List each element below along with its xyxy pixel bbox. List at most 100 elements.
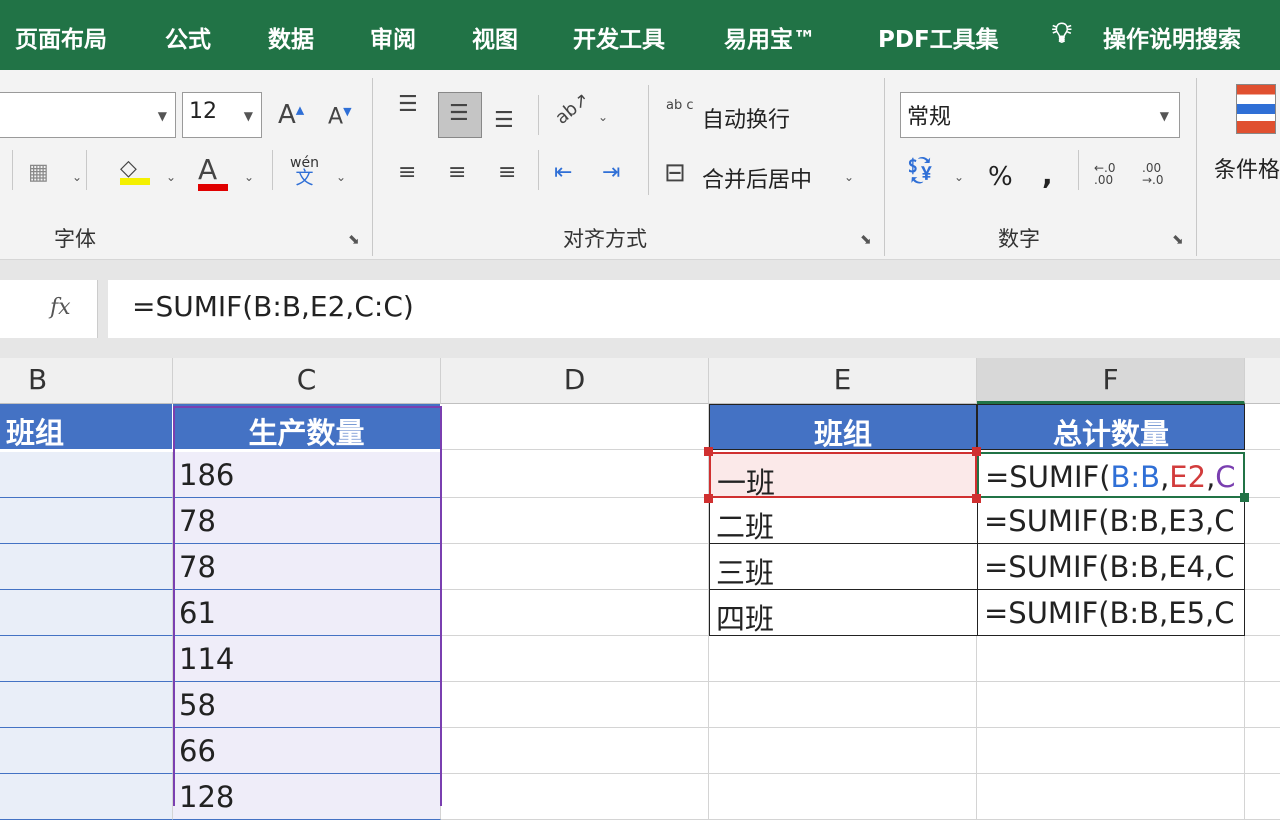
tab-formulas[interactable]: 公式 (165, 20, 211, 54)
increase-decimal-icon[interactable]: ←.0 .00 (1094, 162, 1128, 186)
cell-f-header[interactable]: 总计数量 (977, 404, 1245, 450)
font-dialog-launcher-icon[interactable]: ⬊ (348, 232, 360, 248)
column-header-b[interactable]: B (0, 358, 173, 404)
grid-gap (0, 338, 1280, 358)
cell-e[interactable] (709, 774, 977, 820)
cell-g[interactable] (1245, 774, 1280, 820)
cell-b[interactable] (0, 774, 173, 820)
column-header-g[interactable] (1245, 358, 1280, 404)
number-format-dropdown[interactable]: 常规 ▼ (900, 92, 1180, 138)
cell-g[interactable] (1245, 682, 1280, 728)
borders-icon[interactable]: ▦ (28, 162, 49, 184)
accounting-format-icon[interactable]: 💱︎ (904, 158, 937, 184)
cell-d[interactable] (441, 682, 709, 728)
column-header-f[interactable]: F (977, 358, 1245, 404)
cell-e-group[interactable]: 一班 (709, 452, 977, 498)
cell-d[interactable] (441, 590, 709, 636)
cell-g[interactable] (1245, 404, 1280, 450)
fill-handle[interactable] (1240, 493, 1249, 502)
cell-f-formula[interactable]: =SUMIF(B:B,E4,C (977, 544, 1245, 590)
cell-g[interactable] (1245, 498, 1280, 544)
formula-part: , (1160, 460, 1170, 494)
cell-e[interactable] (709, 636, 977, 682)
cell-b[interactable] (0, 682, 173, 728)
cell-g[interactable] (1245, 544, 1280, 590)
cell-f-formula[interactable]: =SUMIF(B:B,E5,C (977, 590, 1245, 636)
percent-button[interactable]: % (988, 162, 1013, 192)
cell-f[interactable] (977, 636, 1245, 682)
cell-b[interactable] (0, 544, 173, 590)
cell-d[interactable] (441, 498, 709, 544)
increase-font-icon[interactable]: A▲ (278, 102, 304, 128)
tab-easy-tools[interactable]: 易用宝™ (724, 20, 816, 54)
align-top-icon[interactable]: ☰ (398, 94, 418, 116)
decrease-font-icon[interactable]: A▼ (328, 106, 352, 128)
cell-g[interactable] (1245, 590, 1280, 636)
cell-b[interactable] (0, 636, 173, 682)
cell-g[interactable] (1245, 636, 1280, 682)
fill-color-icon[interactable]: ◇ (120, 158, 150, 185)
tab-pdf-tools[interactable]: PDF工具集 (878, 20, 999, 54)
cell-e-header[interactable]: 班组 (709, 404, 977, 450)
cell-d[interactable] (441, 452, 709, 498)
cell-b[interactable] (0, 590, 173, 636)
range-handle[interactable] (704, 447, 713, 456)
cell-d[interactable] (441, 774, 709, 820)
align-center-icon[interactable]: ≡ (448, 162, 466, 184)
increase-indent-icon[interactable]: ⇥ (602, 162, 620, 184)
align-bottom-icon[interactable]: ☰ (494, 110, 514, 132)
tab-view[interactable]: 视图 (472, 20, 518, 54)
cell-e[interactable] (709, 682, 977, 728)
column-header-e[interactable]: E (709, 358, 977, 404)
insert-function-icon[interactable]: fx (0, 280, 98, 338)
cell-f[interactable] (977, 728, 1245, 774)
range-handle[interactable] (972, 447, 981, 456)
tab-data[interactable]: 数据 (268, 20, 314, 54)
cell-d[interactable] (441, 544, 709, 590)
cell-g[interactable] (1245, 452, 1280, 498)
cell-f[interactable] (977, 774, 1245, 820)
cell-f[interactable] (977, 682, 1245, 728)
cell-e[interactable] (709, 728, 977, 774)
cell-d[interactable] (441, 636, 709, 682)
merge-center-icon: ⊟ (664, 158, 686, 188)
font-size-dropdown[interactable]: 12 ▼ (182, 92, 262, 138)
align-left-icon[interactable]: ≡ (398, 162, 416, 184)
cell-e-group[interactable]: 四班 (709, 590, 977, 636)
cell-g[interactable] (1245, 728, 1280, 774)
tab-page-layout[interactable]: 页面布局 (15, 20, 107, 54)
wrap-text-button[interactable]: 自动换行 (702, 102, 790, 134)
cell-f-formula[interactable]: =SUMIF(B:B,E3,C (977, 498, 1245, 544)
column-header-c[interactable]: C (173, 358, 441, 404)
orientation-icon[interactable]: ab↗ (551, 89, 593, 129)
tab-review[interactable]: 审阅 (370, 20, 416, 54)
number-dialog-launcher-icon[interactable]: ⬊ (1172, 232, 1184, 248)
cell-b[interactable] (0, 498, 173, 544)
tab-developer[interactable]: 开发工具 (573, 20, 665, 54)
decrease-indent-icon[interactable]: ⇤ (554, 162, 572, 184)
decrease-decimal-icon[interactable]: .00 →.0 (1142, 162, 1176, 186)
phonetic-icon[interactable]: wén 文 (290, 156, 319, 188)
comma-button[interactable]: , (1042, 158, 1053, 191)
cell-e-group[interactable]: 二班 (709, 498, 977, 544)
range-highlight-c (173, 406, 442, 806)
cell-f-formula[interactable]: =SUMIF(B:B,E2,C (977, 452, 1245, 498)
cell-b[interactable] (0, 452, 173, 498)
conditional-format-button[interactable]: 条件格 (1214, 152, 1280, 184)
align-right-icon[interactable]: ≡ (498, 162, 516, 184)
merge-center-button[interactable]: 合并后居中 (702, 162, 812, 194)
range-handle[interactable] (972, 494, 981, 503)
range-handle[interactable] (704, 494, 713, 503)
cell-b[interactable] (0, 728, 173, 774)
cell-d[interactable] (441, 728, 709, 774)
formula-input[interactable]: =SUMIF(B:B,E2,C:C) (108, 280, 1280, 338)
cell-b-header[interactable]: 班组 (0, 404, 173, 450)
font-name-dropdown[interactable]: ▼ (0, 92, 176, 138)
cell-e-group[interactable]: 三班 (709, 544, 977, 590)
alignment-dialog-launcher-icon[interactable]: ⬊ (860, 232, 872, 248)
align-middle-icon[interactable]: ☰ (438, 92, 482, 138)
cell-d[interactable] (441, 404, 709, 450)
font-color-icon[interactable]: A (198, 156, 228, 191)
tell-me-search[interactable]: 操作说明搜索 (1103, 20, 1241, 54)
column-header-d[interactable]: D (441, 358, 709, 404)
